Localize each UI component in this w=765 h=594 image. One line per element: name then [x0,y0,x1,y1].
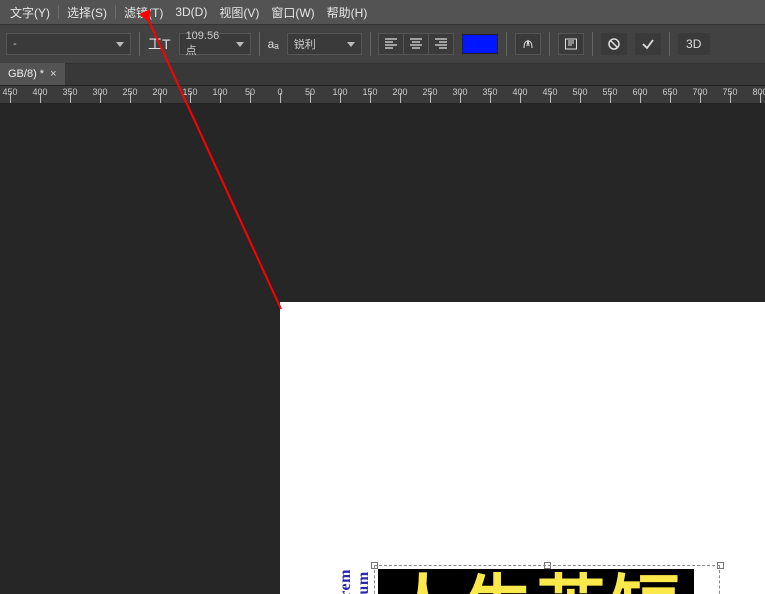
text-align-group [379,33,454,55]
options-bar: - 工T 109.56 点 aₐ 锐利 3D [0,24,765,64]
ruler-label: 450 [542,87,557,97]
align-left-button[interactable] [378,33,404,55]
separator [549,32,550,56]
font-family-value: - [13,38,17,50]
menu-help[interactable]: 帮助(H) [321,4,374,21]
text-layer[interactable]: 人生苦短 [378,569,694,594]
ruler-label: 150 [362,87,377,97]
ruler-label: 50 [245,87,255,97]
ruler-label: 100 [332,87,347,97]
ruler-label: 350 [62,87,77,97]
menu-select[interactable]: 选择(S) [61,4,113,21]
ruler-label: 550 [602,87,617,97]
font-size-select[interactable]: 109.56 点 [179,33,251,55]
menu-filter[interactable]: 滤镜(T) [118,4,169,21]
ruler-label: 350 [482,87,497,97]
ruler-label: 50 [305,87,315,97]
font-size-icon: 工T [148,34,171,54]
separator [592,32,593,56]
ruler-label: 600 [632,87,647,97]
character-panel-button[interactable] [558,33,584,55]
menu-window[interactable]: 窗口(W) [265,4,320,21]
cancel-button[interactable] [601,33,627,55]
ruler-label: 250 [422,87,437,97]
ruler-label: 300 [452,87,467,97]
menu-separator [58,5,59,19]
document-tab[interactable]: GB/8) * × [0,63,65,85]
ruler-label: 250 [122,87,137,97]
ruler-label: 200 [152,87,167,97]
align-right-button[interactable] [428,33,454,55]
ruler-label: 300 [92,87,107,97]
vertical-label-text: Lorem Ipsum [337,569,373,594]
separator [370,32,371,56]
canvas-page [280,302,765,594]
document-tab-title: GB/8) * [8,68,44,80]
font-family-select[interactable]: - [6,33,131,55]
canvas-area[interactable]: Lorem Ipsum 人生苦短 [0,104,765,594]
warp-text-button[interactable] [515,33,541,55]
ruler-label: 800 [752,87,765,97]
menu-3d[interactable]: 3D(D) [169,5,213,19]
3d-label: 3D [686,37,701,51]
ruler-label: 700 [692,87,707,97]
separator [259,32,260,56]
3d-button[interactable]: 3D [678,33,710,55]
ruler-label: 200 [392,87,407,97]
antialias-select[interactable]: 锐利 [287,33,362,55]
ruler-label: 100 [212,87,227,97]
menu-view[interactable]: 视图(V) [213,4,265,21]
align-center-button[interactable] [403,33,429,55]
menu-separator [115,5,116,19]
transform-handle[interactable] [544,562,551,569]
ruler-label: 150 [182,87,197,97]
ruler-label: 650 [662,87,677,97]
close-tab-icon[interactable]: × [50,68,56,80]
separator [669,32,670,56]
horizontal-ruler: 4504003503002502001501005005010015020025… [0,86,765,104]
ruler-label: 0 [277,87,282,97]
transform-handle[interactable] [371,562,378,569]
antialias-value: 锐利 [294,36,316,52]
text-color-swatch[interactable] [462,34,498,54]
ruler-label: 750 [722,87,737,97]
menu-bar: 文字(Y) 选择(S) 滤镜(T) 3D(D) 视图(V) 窗口(W) 帮助(H… [0,0,765,24]
ruler-label: 500 [572,87,587,97]
document-tab-bar: GB/8) * × [0,64,765,86]
antialias-icon: aₐ [268,37,279,51]
ruler-label: 400 [32,87,47,97]
font-size-value: 109.56 点 [186,30,230,58]
transform-handle[interactable] [717,562,724,569]
menu-text[interactable]: 文字(Y) [4,4,56,21]
ruler-label: 400 [512,87,527,97]
commit-button[interactable] [635,33,661,55]
separator [506,32,507,56]
separator [139,32,140,56]
ruler-label: 450 [2,87,17,97]
